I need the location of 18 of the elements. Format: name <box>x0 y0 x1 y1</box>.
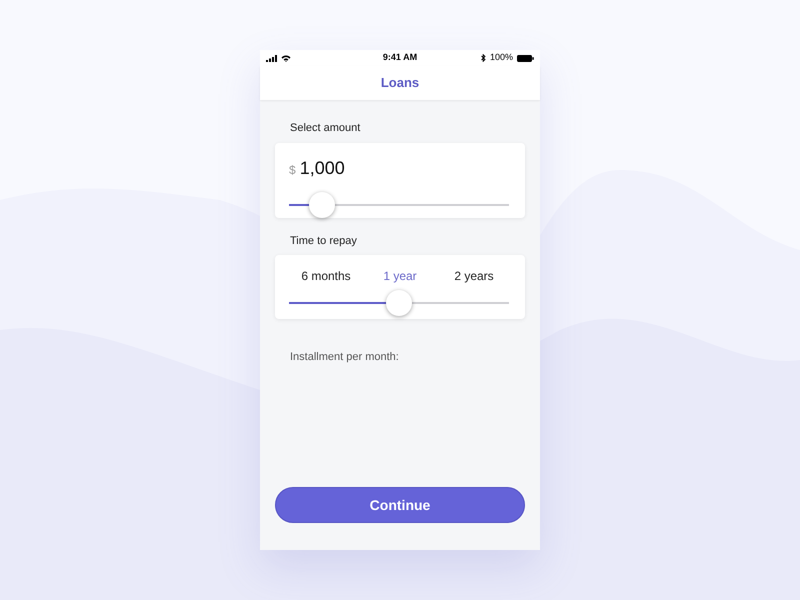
continue-button[interactable]: Continue <box>275 487 525 523</box>
bluetooth-icon <box>480 54 486 62</box>
slider-thumb[interactable] <box>309 192 335 218</box>
screen-title: Loans <box>380 74 420 92</box>
slider-thumb[interactable] <box>386 290 412 316</box>
term-option[interactable]: 1 year <box>363 267 437 285</box>
term-option[interactable]: 2 years <box>437 267 511 285</box>
signal-icon <box>266 54 277 62</box>
wifi-icon <box>281 54 291 62</box>
amount-value: 1,000 <box>300 156 345 180</box>
term-option[interactable]: 6 months <box>289 267 363 285</box>
installment-label: Installment per month: <box>289 350 400 365</box>
battery-icon <box>517 54 534 62</box>
status-time: 9:41 AM <box>382 51 418 64</box>
currency-symbol: $ <box>289 162 296 178</box>
section-label: Time to repay <box>289 234 358 248</box>
battery-percent: 100% <box>490 51 513 64</box>
section-label: Select amount <box>289 121 362 136</box>
